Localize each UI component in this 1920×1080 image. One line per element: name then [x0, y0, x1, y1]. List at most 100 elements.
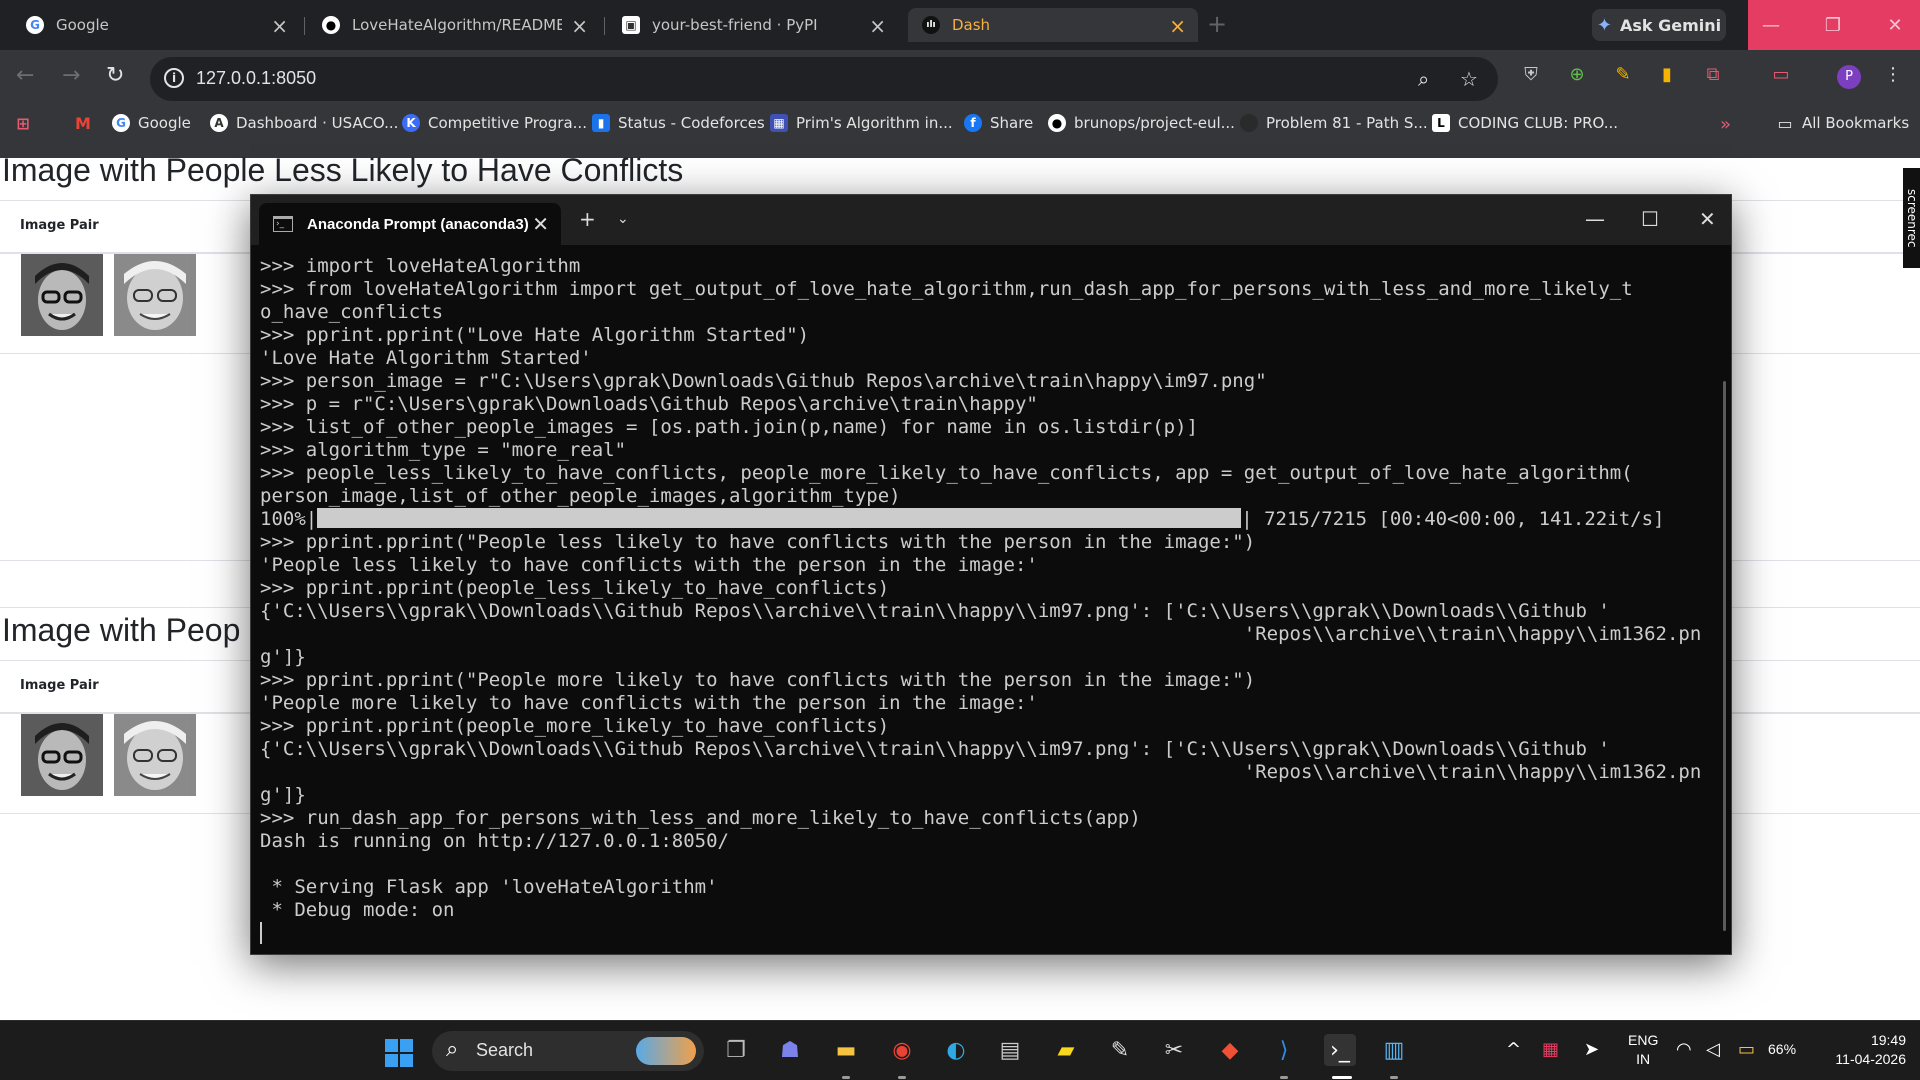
- person-image-2: [114, 254, 196, 336]
- anaconda-prompt-window[interactable]: ›_ Anaconda Prompt (anaconda3) ✕ + ⌄ — ☐…: [250, 194, 1732, 955]
- close-icon[interactable]: ×: [571, 14, 588, 38]
- ask-gemini-button[interactable]: ✦ Ask Gemini: [1592, 9, 1726, 41]
- sticky-notes-icon[interactable]: ▰: [1050, 1034, 1082, 1066]
- close-window-icon[interactable]: ✕: [1872, 0, 1918, 50]
- tab-pypi[interactable]: ▣ your-best-friend · PyPI ×: [608, 8, 898, 42]
- bookmark-codeforces[interactable]: ▮ Status - Codeforces: [592, 114, 765, 132]
- task-view-icon[interactable]: ❐: [720, 1034, 752, 1066]
- terminal-app-icon[interactable]: ▤: [994, 1034, 1026, 1066]
- file-explorer-icon[interactable]: ▬: [830, 1034, 862, 1066]
- terminal-line: person_image,list_of_other_people_images…: [260, 485, 901, 507]
- forward-icon[interactable]: →: [62, 63, 80, 88]
- terminal-line: * Serving Flask app 'loveHateAlgorithm': [260, 876, 718, 898]
- side-panel-icon[interactable]: ▭: [1770, 63, 1792, 85]
- bookmark-problem-81[interactable]: Problem 81 - Path S...: [1240, 114, 1428, 132]
- teams-icon[interactable]: ☗: [774, 1034, 806, 1066]
- terminal-lines: >>> import loveHateAlgorithm >>> from lov…: [260, 255, 1710, 508]
- vscode-icon[interactable]: ⟩: [1268, 1034, 1300, 1066]
- chrome-icon[interactable]: ◉: [886, 1034, 918, 1066]
- minimize-icon[interactable]: —: [1585, 207, 1605, 231]
- battery-icon[interactable]: ▭: [1738, 1039, 1755, 1060]
- snipping-tool-icon[interactable]: ✂: [1158, 1034, 1190, 1066]
- tab-readme[interactable]: ● LoveHateAlgorithm/README.md ×: [308, 8, 600, 42]
- close-window-icon[interactable]: ✕: [1699, 207, 1716, 231]
- new-tab-icon[interactable]: +: [579, 207, 596, 231]
- tab-google[interactable]: G Google ×: [12, 8, 300, 42]
- close-icon[interactable]: ×: [271, 14, 288, 38]
- close-icon[interactable]: ×: [869, 14, 886, 38]
- terminal-line: >>> from loveHateAlgorithm import get_ou…: [260, 278, 1633, 300]
- prims-icon: ▦: [770, 114, 788, 132]
- git-icon[interactable]: ◆: [1214, 1034, 1246, 1066]
- address-bar[interactable]: i 127.0.0.1:8050 ⌕ ☆: [150, 57, 1498, 101]
- chart-extension-icon[interactable]: ▮: [1656, 63, 1678, 85]
- notepad-icon[interactable]: ✎: [1104, 1034, 1136, 1066]
- clock-time: 19:49: [1870, 1032, 1906, 1048]
- restore-icon[interactable]: ❐: [1810, 0, 1856, 50]
- back-icon[interactable]: ←: [16, 63, 34, 88]
- terminal-tab[interactable]: ›_ Anaconda Prompt (anaconda3) ✕: [259, 203, 561, 245]
- bookmark-share[interactable]: f Share: [964, 114, 1033, 132]
- notepad-plus-icon[interactable]: ▥: [1378, 1034, 1410, 1066]
- bookmark-project-euler[interactable]: ● brunops/project-eul...: [1048, 114, 1235, 132]
- menu-dots-icon[interactable]: ⋮: [1882, 63, 1904, 85]
- security-tray-icon[interactable]: ▦: [1542, 1039, 1559, 1060]
- maximize-icon[interactable]: ☐: [1641, 207, 1659, 231]
- color-extension-icon[interactable]: ✎: [1612, 63, 1634, 85]
- terminal-line: >>> list_of_other_people_images = [os.pa…: [260, 416, 1198, 438]
- language-indicator[interactable]: ENG IN: [1628, 1031, 1658, 1069]
- terminal-scrollbar[interactable]: [1723, 381, 1726, 931]
- tab-dash[interactable]: ılı Dash ×: [908, 8, 1198, 42]
- minimize-icon[interactable]: —: [1748, 0, 1794, 50]
- bookmark-coding-club[interactable]: L CODING CLUB: PRO...: [1432, 114, 1618, 132]
- system-clock[interactable]: 19:49 11-04-2026: [1810, 1031, 1906, 1069]
- location-icon[interactable]: ➤: [1584, 1039, 1599, 1060]
- zoom-icon[interactable]: ⌕: [1418, 67, 1429, 91]
- progress-prefix: 100%|: [260, 508, 318, 530]
- prompt-line[interactable]: [260, 922, 1710, 945]
- plus-extension-icon[interactable]: ⊕: [1566, 63, 1588, 85]
- bookmark-prims[interactable]: ▦ Prim's Algorithm in...: [770, 114, 953, 132]
- search-icon: ⌕: [446, 1037, 459, 1062]
- more-bookmarks-icon[interactable]: »: [1720, 114, 1731, 135]
- profile-avatar[interactable]: P: [1837, 65, 1861, 89]
- new-tab-button[interactable]: +: [1207, 10, 1227, 38]
- reload-icon[interactable]: ↻: [106, 63, 124, 88]
- bookmark-google[interactable]: G Google: [112, 114, 191, 132]
- gmail-icon[interactable]: M: [74, 114, 100, 133]
- bookmark-star-icon[interactable]: ☆: [1460, 67, 1478, 91]
- all-bookmarks[interactable]: ▭ All Bookmarks: [1776, 114, 1909, 133]
- screenrec-widget[interactable]: screenrec: [1903, 168, 1920, 268]
- windows-terminal-icon[interactable]: ›_: [1324, 1034, 1356, 1066]
- apps-grid-icon[interactable]: ⊞: [14, 114, 40, 133]
- chevron-up-icon[interactable]: ^: [1506, 1039, 1521, 1060]
- terminal-output[interactable]: >>> import loveHateAlgorithm >>> from lov…: [260, 255, 1710, 945]
- windows-taskbar: ⌕ Search ❐ ☗ ▬ ◉ ◐ ▤ ▰ ✎ ✂ ◆ ⟩ ›_ ▥ ^ ▦ …: [0, 1020, 1920, 1080]
- shield-extension-icon[interactable]: ⛨: [1520, 63, 1542, 85]
- window-controls: — ❐ ✕: [1748, 0, 1920, 50]
- terminal-line: >>> algorithm_type = "more_real": [260, 439, 627, 461]
- bookmark-competitive[interactable]: K Competitive Progra...: [402, 114, 587, 132]
- site-info-icon[interactable]: i: [164, 68, 184, 88]
- windows-start-icon[interactable]: [385, 1039, 413, 1067]
- close-icon[interactable]: ×: [1169, 14, 1186, 38]
- volume-icon[interactable]: ◁: [1706, 1039, 1720, 1060]
- close-tab-icon[interactable]: ✕: [532, 212, 549, 236]
- text-cursor: [260, 922, 262, 944]
- wifi-icon[interactable]: ◠: [1676, 1039, 1692, 1060]
- edge-icon[interactable]: ◐: [940, 1034, 972, 1066]
- url-text[interactable]: 127.0.0.1:8050: [196, 68, 316, 89]
- terminal-line: 'People more likely to have conflicts wi…: [260, 692, 1038, 714]
- dash-icon: ılı: [922, 16, 940, 34]
- dropdown-icon[interactable]: ⌄: [617, 211, 629, 227]
- puzzle-extension-icon[interactable]: ⧉: [1702, 63, 1724, 85]
- terminal-line: >>> pprint.pprint(people_less_likely_to_…: [260, 577, 890, 599]
- taskbar-search[interactable]: ⌕ Search: [432, 1031, 704, 1071]
- active-indicator: [1332, 1076, 1352, 1079]
- face-photo: [21, 254, 103, 336]
- usaco-icon: A: [210, 114, 228, 132]
- bookmark-usaco[interactable]: A Dashboard · USACO...: [210, 114, 398, 132]
- region-code: IN: [1636, 1051, 1651, 1067]
- terminal-titlebar: ›_ Anaconda Prompt (anaconda3) ✕ + ⌄ — ☐…: [251, 195, 1731, 245]
